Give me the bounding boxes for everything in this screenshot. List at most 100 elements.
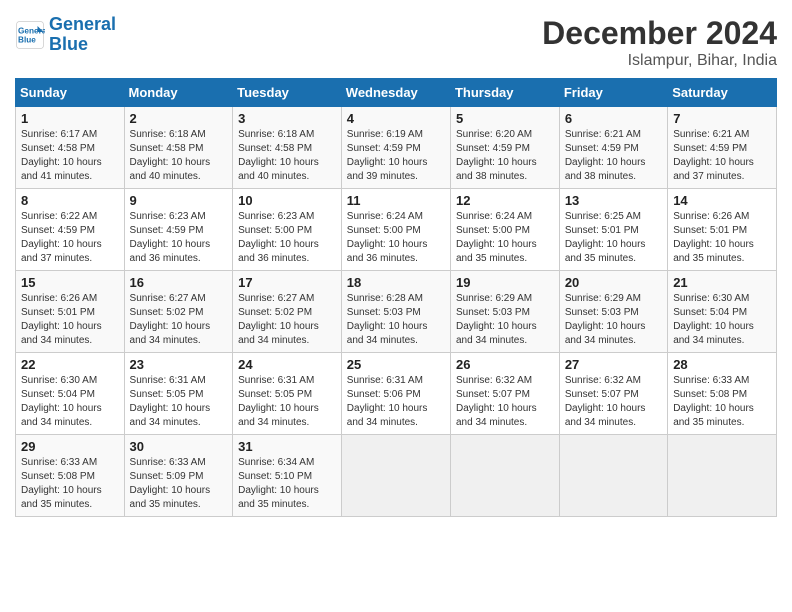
day-header-sunday: Sunday — [16, 79, 125, 107]
calendar-day-4: 4 Sunrise: 6:19 AM Sunset: 4:59 PM Daylig… — [341, 107, 450, 189]
day-info: Sunrise: 6:18 AM Sunset: 4:58 PM Dayligh… — [130, 128, 228, 184]
day-number: 8 — [21, 193, 119, 208]
calendar-day-2: 2Sunrise: 6:18 AM Sunset: 4:58 PM Daylig… — [124, 107, 233, 189]
logo: General Blue GeneralBlue — [15, 15, 116, 55]
calendar-day-28: 28 Sunrise: 6:33 AM Sunset: 5:08 PM Dayli… — [668, 353, 777, 435]
calendar-subtitle: Islampur, Bihar, India — [542, 52, 777, 70]
day-number: 6 — [565, 111, 662, 126]
day-info: Sunrise: 6:33 AM Sunset: 5:08 PM Dayligh… — [21, 456, 119, 512]
day-number: 5 — [456, 111, 554, 126]
day-number: 18 — [347, 275, 445, 290]
calendar-empty-cell — [450, 435, 559, 517]
calendar-day-27: 27 Sunrise: 6:32 AM Sunset: 5:07 PM Dayli… — [559, 353, 667, 435]
calendar-empty-cell — [341, 435, 450, 517]
calendar-day-20: 20Sunrise: 6:29 AM Sunset: 5:03 PM Dayli… — [559, 271, 667, 353]
calendar-day-17: 17 Sunrise: 6:27 AM Sunset: 5:02 PM Dayli… — [233, 271, 342, 353]
day-info: Sunrise: 6:23 AM Sunset: 4:59 PM Dayligh… — [130, 210, 228, 266]
calendar-day-6: 6Sunrise: 6:21 AM Sunset: 4:59 PM Daylig… — [559, 107, 667, 189]
day-info: Sunrise: 6:20 AM Sunset: 4:59 PM Dayligh… — [456, 128, 554, 184]
day-info: Sunrise: 6:27 AM Sunset: 5:02 PM Dayligh… — [238, 292, 336, 348]
day-number: 27 — [565, 357, 662, 372]
calendar-day-7: 7 Sunrise: 6:21 AM Sunset: 4:59 PM Daylig… — [668, 107, 777, 189]
calendar-week-1: 1 Sunrise: 6:17 AM Sunset: 4:58 PM Daylig… — [16, 107, 777, 189]
day-number: 28 — [673, 357, 771, 372]
day-header-tuesday: Tuesday — [233, 79, 342, 107]
day-number: 19 — [456, 275, 554, 290]
calendar-week-2: 8 Sunrise: 6:22 AM Sunset: 4:59 PM Daylig… — [16, 189, 777, 271]
day-number: 9 — [130, 193, 228, 208]
day-info: Sunrise: 6:19 AM Sunset: 4:59 PM Dayligh… — [347, 128, 445, 184]
day-number: 11 — [347, 193, 445, 208]
day-number: 30 — [130, 439, 228, 454]
day-info: Sunrise: 6:21 AM Sunset: 4:59 PM Dayligh… — [673, 128, 771, 184]
svg-text:Blue: Blue — [18, 35, 36, 44]
day-info: Sunrise: 6:18 AM Sunset: 4:58 PM Dayligh… — [238, 128, 336, 184]
day-header-thursday: Thursday — [450, 79, 559, 107]
calendar-day-30: 30Sunrise: 6:33 AM Sunset: 5:09 PM Dayli… — [124, 435, 233, 517]
day-info: Sunrise: 6:32 AM Sunset: 5:07 PM Dayligh… — [565, 374, 662, 430]
calendar-day-14: 14 Sunrise: 6:26 AM Sunset: 5:01 PM Dayli… — [668, 189, 777, 271]
day-info: Sunrise: 6:29 AM Sunset: 5:03 PM Dayligh… — [565, 292, 662, 348]
day-number: 3 — [238, 111, 336, 126]
calendar-week-5: 29 Sunrise: 6:33 AM Sunset: 5:08 PM Dayli… — [16, 435, 777, 517]
day-info: Sunrise: 6:30 AM Sunset: 5:04 PM Dayligh… — [21, 374, 119, 430]
day-number: 15 — [21, 275, 119, 290]
calendar-day-16: 16Sunrise: 6:27 AM Sunset: 5:02 PM Dayli… — [124, 271, 233, 353]
day-number: 17 — [238, 275, 336, 290]
calendar-day-24: 24 Sunrise: 6:31 AM Sunset: 5:05 PM Dayli… — [233, 353, 342, 435]
calendar-day-10: 10 Sunrise: 6:23 AM Sunset: 5:00 PM Dayli… — [233, 189, 342, 271]
day-number: 22 — [21, 357, 119, 372]
day-number: 10 — [238, 193, 336, 208]
calendar-day-15: 15Sunrise: 6:26 AM Sunset: 5:01 PM Dayli… — [16, 271, 125, 353]
calendar-table: SundayMondayTuesdayWednesdayThursdayFrid… — [15, 78, 777, 517]
day-info: Sunrise: 6:17 AM Sunset: 4:58 PM Dayligh… — [21, 128, 119, 184]
day-number: 26 — [456, 357, 554, 372]
calendar-day-11: 11 Sunrise: 6:24 AM Sunset: 5:00 PM Dayli… — [341, 189, 450, 271]
day-info: Sunrise: 6:33 AM Sunset: 5:08 PM Dayligh… — [673, 374, 771, 430]
logo-icon: General Blue — [15, 20, 45, 50]
calendar-day-26: 26 Sunrise: 6:32 AM Sunset: 5:07 PM Dayli… — [450, 353, 559, 435]
day-info: Sunrise: 6:31 AM Sunset: 5:05 PM Dayligh… — [238, 374, 336, 430]
day-number: 31 — [238, 439, 336, 454]
title-block: December 2024 Islampur, Bihar, India — [542, 15, 777, 70]
day-info: Sunrise: 6:28 AM Sunset: 5:03 PM Dayligh… — [347, 292, 445, 348]
day-number: 7 — [673, 111, 771, 126]
calendar-day-23: 23Sunrise: 6:31 AM Sunset: 5:05 PM Dayli… — [124, 353, 233, 435]
day-info: Sunrise: 6:24 AM Sunset: 5:00 PM Dayligh… — [347, 210, 445, 266]
calendar-week-3: 15Sunrise: 6:26 AM Sunset: 5:01 PM Dayli… — [16, 271, 777, 353]
calendar-day-8: 8 Sunrise: 6:22 AM Sunset: 4:59 PM Daylig… — [16, 189, 125, 271]
day-number: 29 — [21, 439, 119, 454]
day-info: Sunrise: 6:26 AM Sunset: 5:01 PM Dayligh… — [673, 210, 771, 266]
day-info: Sunrise: 6:22 AM Sunset: 4:59 PM Dayligh… — [21, 210, 119, 266]
calendar-day-19: 19Sunrise: 6:29 AM Sunset: 5:03 PM Dayli… — [450, 271, 559, 353]
calendar-day-13: 13Sunrise: 6:25 AM Sunset: 5:01 PM Dayli… — [559, 189, 667, 271]
day-number: 14 — [673, 193, 771, 208]
calendar-day-21: 21Sunrise: 6:30 AM Sunset: 5:04 PM Dayli… — [668, 271, 777, 353]
calendar-title: December 2024 — [542, 15, 777, 52]
calendar-day-9: 9 Sunrise: 6:23 AM Sunset: 4:59 PM Daylig… — [124, 189, 233, 271]
calendar-day-18: 18 Sunrise: 6:28 AM Sunset: 5:03 PM Dayli… — [341, 271, 450, 353]
day-info: Sunrise: 6:32 AM Sunset: 5:07 PM Dayligh… — [456, 374, 554, 430]
day-info: Sunrise: 6:23 AM Sunset: 5:00 PM Dayligh… — [238, 210, 336, 266]
day-number: 4 — [347, 111, 445, 126]
calendar-header-row: SundayMondayTuesdayWednesdayThursdayFrid… — [16, 79, 777, 107]
day-header-monday: Monday — [124, 79, 233, 107]
day-number: 23 — [130, 357, 228, 372]
day-info: Sunrise: 6:27 AM Sunset: 5:02 PM Dayligh… — [130, 292, 228, 348]
day-number: 1 — [21, 111, 119, 126]
day-number: 24 — [238, 357, 336, 372]
day-number: 21 — [673, 275, 771, 290]
page-header: General Blue GeneralBlue December 2024 I… — [15, 15, 777, 70]
day-number: 13 — [565, 193, 662, 208]
calendar-day-12: 12Sunrise: 6:24 AM Sunset: 5:00 PM Dayli… — [450, 189, 559, 271]
day-header-saturday: Saturday — [668, 79, 777, 107]
day-header-wednesday: Wednesday — [341, 79, 450, 107]
calendar-day-22: 22 Sunrise: 6:30 AM Sunset: 5:04 PM Dayli… — [16, 353, 125, 435]
day-number: 25 — [347, 357, 445, 372]
calendar-day-25: 25 Sunrise: 6:31 AM Sunset: 5:06 PM Dayli… — [341, 353, 450, 435]
calendar-day-5: 5 Sunrise: 6:20 AM Sunset: 4:59 PM Daylig… — [450, 107, 559, 189]
day-info: Sunrise: 6:31 AM Sunset: 5:06 PM Dayligh… — [347, 374, 445, 430]
calendar-day-29: 29 Sunrise: 6:33 AM Sunset: 5:08 PM Dayli… — [16, 435, 125, 517]
day-info: Sunrise: 6:24 AM Sunset: 5:00 PM Dayligh… — [456, 210, 554, 266]
calendar-day-1: 1 Sunrise: 6:17 AM Sunset: 4:58 PM Daylig… — [16, 107, 125, 189]
